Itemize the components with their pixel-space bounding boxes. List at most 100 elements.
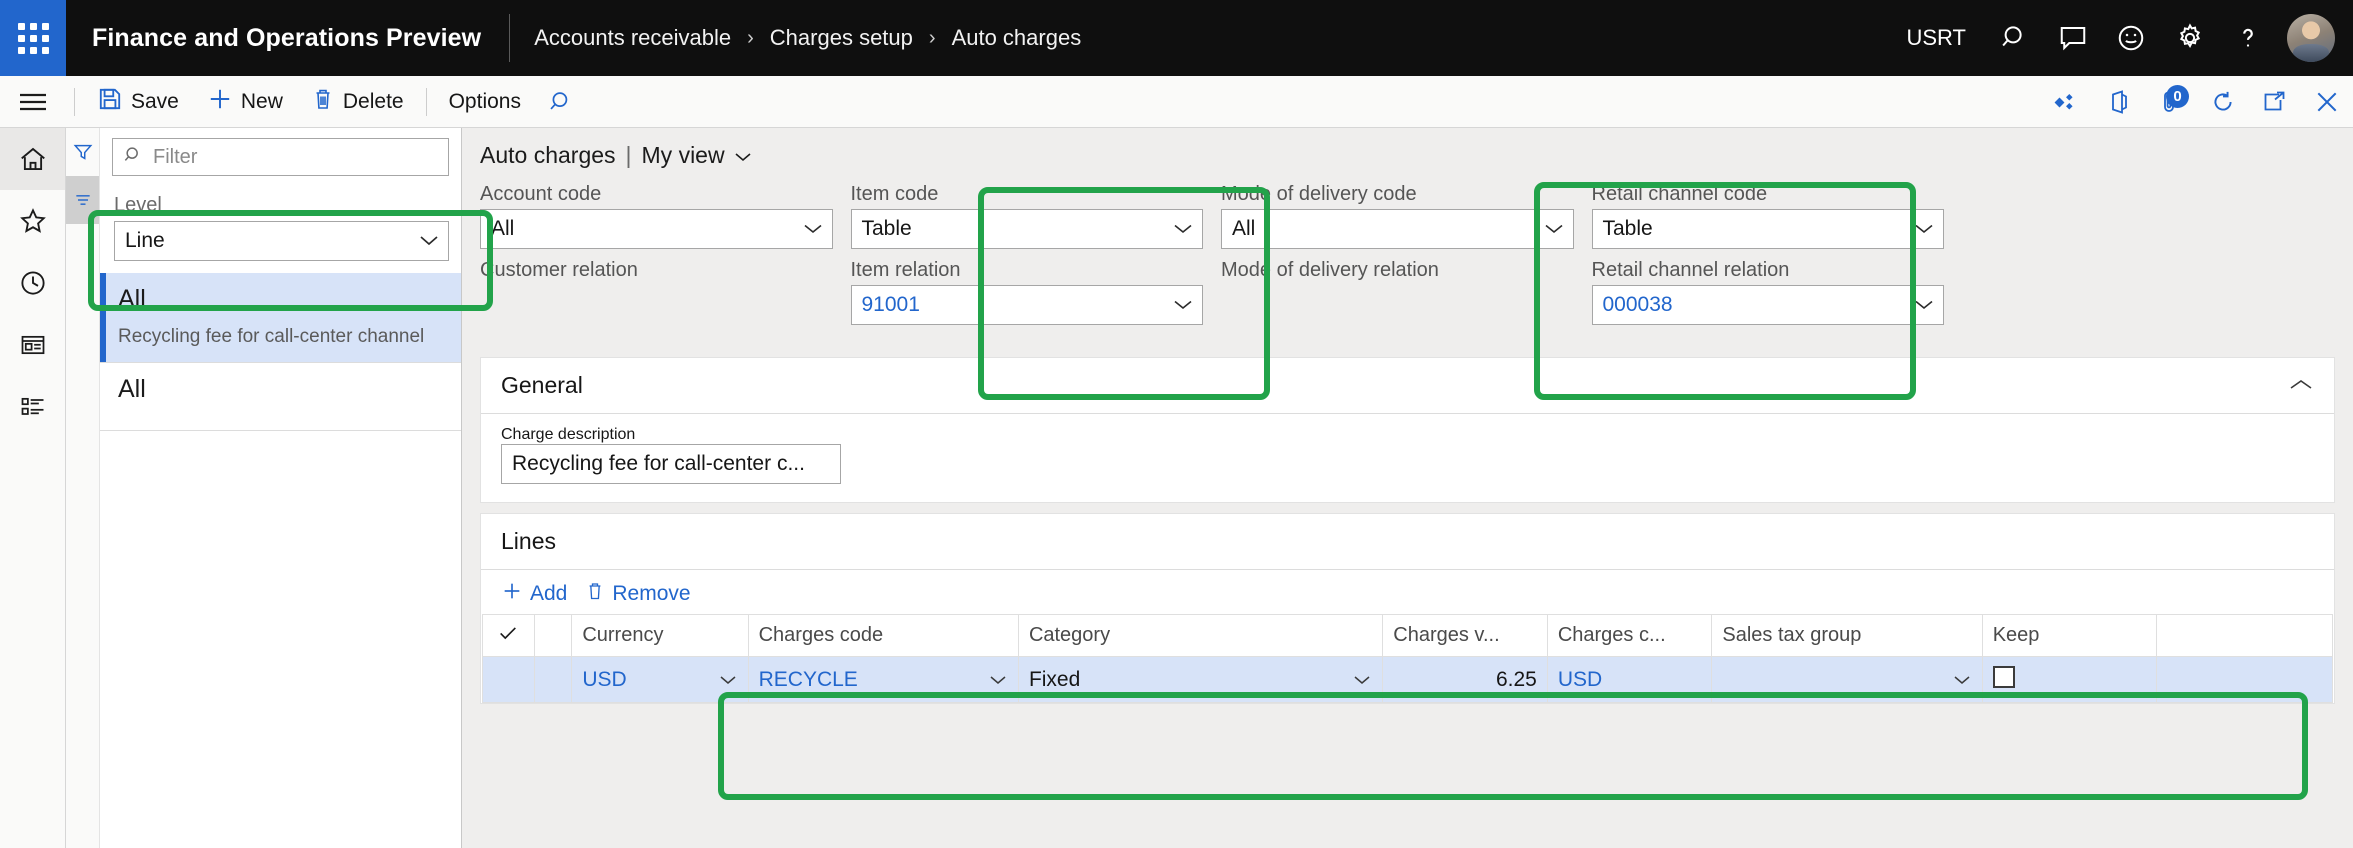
plus-icon — [207, 86, 233, 118]
chevron-down-icon[interactable] — [988, 668, 1008, 692]
trash-icon — [311, 86, 335, 118]
sidebar-item-workspaces[interactable] — [0, 314, 65, 376]
remove-line-button[interactable]: Remove — [585, 580, 691, 608]
search-icon[interactable] — [1986, 0, 2044, 76]
column-header-category[interactable]: Category — [1017, 614, 1384, 657]
column-header-keep[interactable]: Keep — [1981, 614, 2157, 657]
field-label: Account code — [480, 183, 602, 205]
column-header-currency[interactable]: Currency — [571, 614, 749, 657]
toolbar-search-icon[interactable] — [535, 76, 587, 128]
breadcrumb-item-2[interactable]: Auto charges — [952, 25, 1082, 51]
chevron-up-icon[interactable] — [2288, 372, 2314, 399]
row-indicator-header — [533, 614, 573, 657]
options-button[interactable]: Options — [435, 76, 535, 128]
general-section-body: Charge description Recycling fee for cal… — [481, 414, 2334, 502]
chevron-down-icon[interactable] — [1952, 668, 1972, 692]
office-apps-icon[interactable] — [2093, 76, 2145, 128]
retail-channel-relation-select[interactable]: 000038 — [1591, 285, 1944, 325]
search-icon — [123, 145, 143, 170]
chevron-down-icon — [1913, 293, 1935, 317]
chevron-down-icon[interactable] — [1352, 668, 1372, 692]
chevron-down-icon — [802, 217, 824, 241]
item-relation-select[interactable]: 91001 — [850, 285, 1203, 325]
customer-relation-input[interactable] — [480, 285, 833, 325]
mode-of-delivery-relation-input[interactable] — [1221, 285, 1574, 325]
main-form: Auto charges | My view Account code All — [462, 128, 2353, 848]
charge-description-input[interactable]: Recycling fee for call-center c... — [501, 444, 841, 484]
row-select-cell[interactable] — [482, 656, 535, 703]
cell-currency[interactable]: USD — [571, 656, 749, 703]
cell-charges-currency[interactable]: USD — [1546, 656, 1713, 703]
help-icon[interactable] — [2219, 0, 2277, 76]
new-button[interactable]: New — [193, 76, 297, 128]
breadcrumb: Accounts receivable › Charges setup › Au… — [510, 0, 1105, 76]
trash-icon — [585, 580, 605, 608]
attachments-icon[interactable]: 0 — [2145, 76, 2197, 128]
avatar[interactable] — [2287, 14, 2335, 62]
breadcrumb-item-0[interactable]: Accounts receivable — [534, 25, 731, 51]
select-all-checkbox[interactable] — [482, 614, 535, 657]
hamburger-icon[interactable] — [0, 89, 66, 115]
title-separator: | — [625, 142, 632, 168]
field-value: All — [491, 217, 515, 240]
general-section: General Charge description Recycling fee… — [480, 357, 2335, 503]
app-launcher-waffle-icon[interactable] — [0, 0, 66, 76]
list-item[interactable]: All Recycling fee for call-center channe… — [100, 273, 461, 363]
account-code-select[interactable]: All — [480, 209, 833, 249]
feedback-icon[interactable] — [2044, 0, 2102, 76]
refresh-icon[interactable] — [2197, 76, 2249, 128]
cell-category[interactable]: Fixed — [1017, 656, 1384, 703]
charge-description-label: Charge description — [501, 426, 636, 443]
delete-button[interactable]: Delete — [297, 76, 418, 128]
add-line-label: Add — [530, 582, 568, 605]
popout-icon[interactable] — [2249, 76, 2301, 128]
remove-line-label: Remove — [612, 582, 691, 605]
table-row[interactable]: USD RECYCLE Fixed 6.25 USD — [482, 656, 2334, 703]
sidebar-item-recent[interactable] — [0, 252, 65, 314]
cell-charges-code[interactable]: RECYCLE — [747, 656, 1019, 703]
field-retail-channel-code: Retail channel code Table — [1591, 183, 1944, 249]
cell-charges-value[interactable]: 6.25 — [1382, 656, 1548, 703]
search-input[interactable] — [112, 138, 449, 176]
lines-section-header[interactable]: Lines — [481, 514, 2334, 570]
save-button[interactable]: Save — [83, 76, 193, 128]
retail-channel-code-select[interactable]: Table — [1591, 209, 1944, 249]
app-title[interactable]: Finance and Operations Preview — [66, 0, 509, 76]
column-header-charges-currency[interactable]: Charges c... — [1546, 614, 1713, 657]
sidebar-item-home[interactable] — [0, 128, 65, 190]
chevron-down-icon — [1172, 217, 1194, 241]
cell-keep[interactable] — [1981, 656, 2157, 703]
column-header-sales-tax-group[interactable]: Sales tax group — [1711, 614, 1983, 657]
filter-icon[interactable] — [66, 128, 99, 176]
lines-section-title: Lines — [501, 528, 556, 554]
close-icon[interactable] — [2301, 76, 2353, 128]
sidebar-item-modules[interactable] — [0, 376, 65, 438]
column-header-charges-value[interactable]: Charges v... — [1382, 614, 1548, 657]
attachment-count-badge: 0 — [2166, 84, 2189, 108]
list-item[interactable]: All — [100, 363, 461, 431]
cell-sales-tax-group[interactable] — [1711, 656, 1983, 703]
item-code-select[interactable]: Table — [850, 209, 1203, 249]
sort-icon[interactable] — [66, 176, 99, 224]
add-line-button[interactable]: Add — [501, 580, 567, 608]
chevron-down-icon[interactable] — [718, 668, 738, 692]
filter-input[interactable] — [151, 144, 438, 170]
field-label: Retail channel relation — [1591, 259, 1790, 281]
lines-grid-toolbar: Add Remove — [481, 570, 2334, 614]
general-section-header[interactable]: General — [481, 358, 2334, 414]
relate-icon[interactable] — [2041, 76, 2093, 128]
smiley-icon[interactable] — [2102, 0, 2160, 76]
breadcrumb-item-1[interactable]: Charges setup — [770, 25, 913, 51]
save-label: Save — [131, 89, 179, 113]
cell-currency-value: USD — [582, 667, 627, 691]
column-header-charges-code[interactable]: Charges code — [747, 614, 1019, 657]
mode-of-delivery-code-select[interactable]: All — [1221, 209, 1574, 249]
gear-icon[interactable] — [2161, 0, 2219, 76]
view-selector[interactable]: My view — [642, 142, 753, 169]
list-pane-content: Level Line All Recycling fee for call-ce — [100, 128, 461, 848]
keep-checkbox[interactable] — [1992, 665, 2015, 688]
level-select[interactable]: Line — [114, 221, 449, 261]
sidebar-item-favorites[interactable] — [0, 190, 65, 252]
company-selector[interactable]: USRT — [1887, 25, 1987, 51]
field-mode-of-delivery-relation: Mode of delivery relation — [1221, 259, 1574, 325]
